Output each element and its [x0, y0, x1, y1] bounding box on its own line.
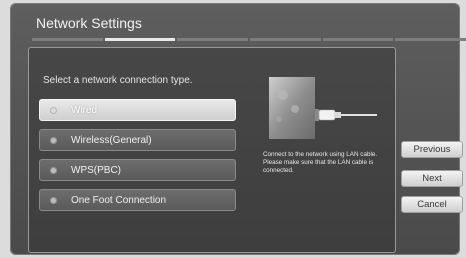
progress-step — [250, 38, 321, 41]
progress-step — [32, 38, 103, 41]
option-label: WPS(PBC) — [71, 164, 121, 176]
radio-icon — [50, 196, 57, 204]
lan-cable-illustration — [265, 75, 383, 140]
cancel-button[interactable]: Cancel — [401, 196, 463, 213]
progress-step — [177, 38, 249, 41]
connection-type-panel: Select a network connection type. Wired … — [28, 47, 396, 253]
radio-icon — [50, 136, 57, 144]
network-settings-dialog: Network Settings Select a network connec… — [10, 3, 466, 255]
previous-button[interactable]: Previous — [401, 141, 463, 158]
radio-icon — [50, 166, 57, 174]
option-one-foot-connection[interactable]: One Foot Connection — [39, 189, 236, 211]
instruction-text: Select a network connection type. — [43, 75, 193, 86]
step-progress-bar — [32, 38, 466, 41]
option-label: Wired — [71, 104, 98, 116]
option-wps-pbc[interactable]: WPS(PBC) — [39, 159, 236, 181]
progress-step — [395, 38, 466, 41]
next-button[interactable]: Next — [401, 170, 463, 187]
option-wireless-general[interactable]: Wireless(General) — [39, 129, 236, 151]
dialog-title: Network Settings — [36, 15, 142, 31]
progress-step — [322, 38, 394, 41]
connection-description: Connect to the network using LAN cable. … — [263, 151, 378, 174]
option-label: Wireless(General) — [71, 134, 152, 146]
option-wired[interactable]: Wired — [39, 99, 236, 121]
option-label: One Foot Connection — [71, 194, 167, 206]
radio-selected-icon — [50, 106, 57, 114]
lan-cable-tv-icon — [269, 77, 377, 139]
progress-step-current — [104, 38, 176, 41]
